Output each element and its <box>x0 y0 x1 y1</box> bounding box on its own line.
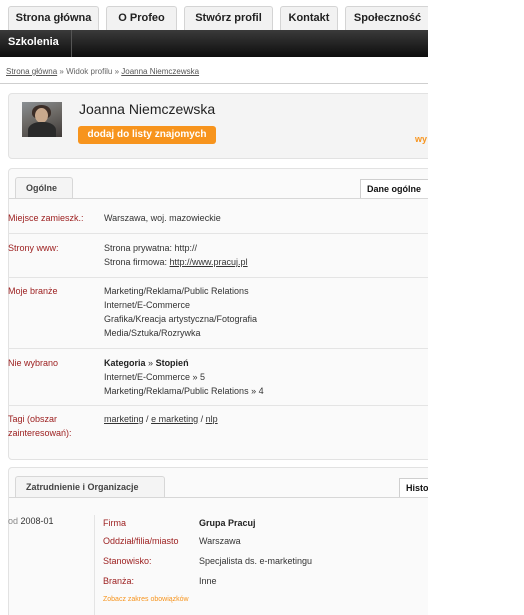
websites-label: Strony www: <box>8 243 59 253</box>
tab-history[interactable]: Histo <box>399 478 428 498</box>
breadcrumb-home-link[interactable]: Strona główna <box>6 67 57 76</box>
main-navigation: Strona główna O Profeo Stwórz profil Kon… <box>0 0 428 30</box>
location-value: Warszawa, woj. mazowieckie <box>104 213 221 223</box>
tag-link[interactable]: nlp <box>206 414 218 424</box>
employment-details: Firma Grupa Pracuj Oddział/filia/miasto … <box>94 515 428 615</box>
profile-name: Joanna Niemczewska <box>79 101 216 117</box>
location-label: Miejsce zamieszk.: <box>8 213 84 223</box>
industry-item: Internet/E-Commerce <box>104 300 191 310</box>
divider <box>9 198 428 199</box>
unselected-label: Nie wybrano <box>8 358 59 368</box>
tags-list: marketing / e marketing / nlp <box>104 412 218 426</box>
profile-header: Joanna Niemczewska dodaj do listy znajom… <box>8 93 428 159</box>
unselected-item: Marketing/Reklama/Public Relations » 4 <box>104 386 264 396</box>
subnav-item-trainings[interactable]: Szkolenia <box>0 30 72 57</box>
tag-separator: / <box>146 414 149 424</box>
category-heading: Kategoria <box>104 358 146 368</box>
breadcrumb-separator: » <box>59 67 64 76</box>
tab-general[interactable]: Ogólne <box>15 177 73 199</box>
field-key: Firma <box>103 518 126 528</box>
company-website-prefix: Strona firmowa: <box>104 257 170 267</box>
add-friend-button[interactable]: dodaj do listy znajomych <box>78 126 216 144</box>
divider <box>8 348 428 349</box>
divider <box>0 83 428 84</box>
date-value: 2008-01 <box>20 516 54 526</box>
tab-home[interactable]: Strona główna <box>8 6 99 30</box>
date-prefix: od <box>8 516 19 526</box>
company-name: Grupa Pracuj <box>199 518 256 528</box>
page-viewport: Strona główna O Profeo Stwórz profil Kon… <box>0 0 428 615</box>
field-value: Warszawa <box>199 536 241 546</box>
company-website-link[interactable]: http://www.pracuj.pl <box>170 257 248 267</box>
heading-separator: » <box>148 358 154 368</box>
field-key: Stanowisko: <box>103 556 152 566</box>
company-website: Strona firmowa: http://www.pracuj.pl <box>104 255 248 269</box>
industries-list: Marketing/Reklama/Public Relations Inter… <box>104 284 257 340</box>
divider <box>8 233 428 234</box>
private-website: Strona prywatna: http:// <box>104 243 198 253</box>
tab-general-data[interactable]: Dane ogólne <box>360 179 428 199</box>
industry-item: Marketing/Reklama/Public Relations <box>104 286 249 296</box>
unselected-item: Internet/E-Commerce » 5 <box>104 372 206 382</box>
breadcrumb-person-link[interactable]: Joanna Niemczewska <box>121 67 199 76</box>
field-value: Grupa Pracuj <box>199 516 256 530</box>
tab-about[interactable]: O Profeo <box>106 6 177 30</box>
level-heading: Stopień <box>155 358 189 368</box>
divider <box>8 405 428 406</box>
tab-create-profile[interactable]: Stwórz profil <box>184 6 273 30</box>
tag-link[interactable]: e marketing <box>151 414 198 424</box>
industries-label: Moje branże <box>8 286 58 296</box>
field-key: Oddział/filia/miasto <box>103 536 179 546</box>
sub-navigation: Szkolenia <box>0 30 428 57</box>
industry-item: Media/Sztuka/Rozrywka <box>104 328 201 338</box>
employment-date: od 2008-01 <box>8 516 54 526</box>
tag-link[interactable]: marketing <box>104 414 144 424</box>
tab-employment[interactable]: Zatrudnienie i Organizacje <box>15 476 165 498</box>
field-key: Branża: <box>103 576 135 586</box>
profile-action-link[interactable]: wy <box>415 134 427 144</box>
tab-community[interactable]: Społeczność <box>345 6 428 30</box>
avatar[interactable] <box>22 102 62 137</box>
divider <box>8 277 428 278</box>
tags-label-line: Tagi (obszar <box>8 414 58 424</box>
tags-label-line: zainteresowań): <box>8 428 72 438</box>
responsibilities-link[interactable]: Zobacz zakres obowiązków <box>103 596 189 603</box>
breadcrumb-current: Widok profilu <box>66 67 113 76</box>
unselected-header: Kategoria » Stopień <box>104 356 264 370</box>
industry-item: Grafika/Kreacja artystyczna/Fotografia <box>104 314 258 324</box>
tab-contact[interactable]: Kontakt <box>280 6 338 30</box>
breadcrumb: Strona główna » Widok profilu » Joanna N… <box>6 67 199 76</box>
tags-label: Tagi (obszar zainteresowań): <box>8 412 98 440</box>
field-value: Inne <box>199 576 217 586</box>
breadcrumb-separator: » <box>114 67 120 76</box>
websites-value: Strona prywatna: http:// Strona firmowa:… <box>104 241 248 269</box>
field-value: Specjalista ds. e-marketingu <box>199 556 313 566</box>
tag-separator: / <box>200 414 204 424</box>
unselected-list: Kategoria » Stopień Internet/E-Commerce … <box>104 356 264 398</box>
divider <box>9 497 428 498</box>
